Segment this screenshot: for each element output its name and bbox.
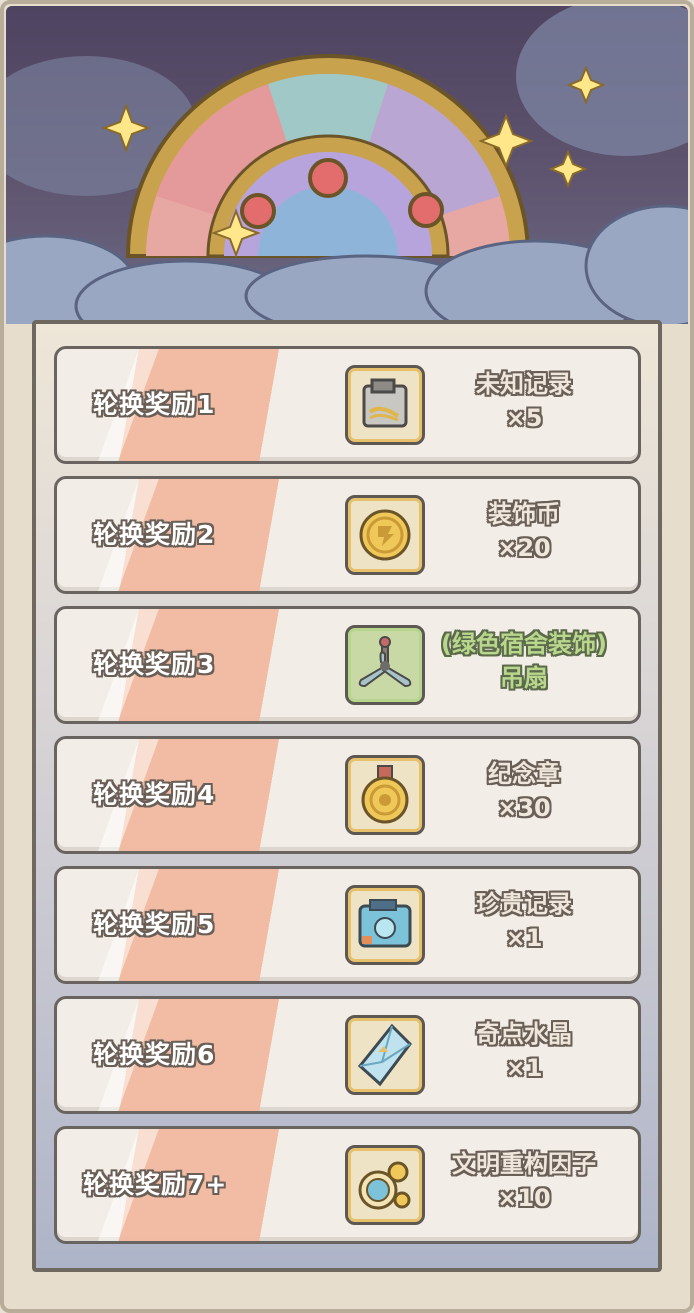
reward-item-slot[interactable] bbox=[345, 885, 425, 965]
reward-row-3: 轮换奖励3 (绿色宿舍装饰) 吊扇 bbox=[54, 606, 641, 724]
reward-text: 珍贵记录 ×1 bbox=[429, 887, 619, 955]
reward-text: 奇点水晶 ×1 bbox=[429, 1017, 619, 1085]
reward-row-2: 轮换奖励2 装饰币 ×20 bbox=[54, 476, 641, 594]
reward-row-1: 轮换奖励1 未知记录 ×5 bbox=[54, 346, 641, 464]
reward-text: 文明重构因子 ×10 bbox=[419, 1147, 629, 1215]
reward-row-6: 轮换奖励6 奇点水晶 ×1 bbox=[54, 996, 641, 1114]
reward-row-7: 轮换奖励7+ 文明重构因子 ×10 bbox=[54, 1126, 641, 1244]
singularity-crystal-icon bbox=[357, 1023, 412, 1087]
decoration-coin-icon bbox=[359, 509, 411, 561]
reward-row-5: 轮换奖励5 珍贵记录 ×1 bbox=[54, 866, 641, 984]
portal-illustration bbox=[6, 6, 688, 324]
reward-row-label: 轮换奖励7+ bbox=[83, 1170, 228, 1199]
reward-row-label: 轮换奖励3 bbox=[93, 650, 216, 679]
reward-quantity: ×5 bbox=[505, 404, 543, 432]
reward-item-name: 珍贵记录 bbox=[476, 890, 572, 918]
reward-text: 装饰币 ×20 bbox=[429, 497, 619, 565]
reward-quantity: ×1 bbox=[505, 1054, 543, 1082]
reward-text: 未知记录 ×5 bbox=[429, 367, 619, 435]
reward-item-slot[interactable] bbox=[345, 365, 425, 445]
reward-item-slot[interactable] bbox=[345, 1145, 425, 1225]
reward-item-name: 纪念章 bbox=[488, 760, 560, 788]
reward-text: 纪念章 ×30 bbox=[429, 757, 619, 825]
medal-icon bbox=[361, 765, 409, 824]
precious-record-icon bbox=[358, 899, 412, 948]
reward-row-4: 轮换奖励4 纪念章 ×30 bbox=[54, 736, 641, 854]
reward-item-slot[interactable] bbox=[345, 755, 425, 835]
reward-item-name: 奇点水晶 bbox=[476, 1020, 572, 1048]
reward-item-name: (绿色宿舍装饰) bbox=[441, 630, 607, 658]
reward-item-slot[interactable] bbox=[345, 625, 425, 705]
reward-row-label: 轮换奖励4 bbox=[93, 780, 216, 809]
civilization-factor-icon bbox=[358, 1161, 411, 1210]
reward-text: (绿色宿舍装饰) 吊扇 bbox=[429, 627, 619, 695]
unknown-record-icon bbox=[362, 378, 408, 428]
reward-quantity: ×10 bbox=[497, 1184, 551, 1212]
reward-item-slot[interactable] bbox=[345, 495, 425, 575]
reward-row-label: 轮换奖励1 bbox=[93, 390, 216, 419]
reward-quantity: 吊扇 bbox=[500, 664, 548, 692]
reward-item-slot[interactable] bbox=[345, 1015, 425, 1095]
reward-item-name: 文明重构因子 bbox=[452, 1150, 596, 1178]
reward-row-label: 轮换奖励6 bbox=[93, 1040, 216, 1069]
reward-row-label: 轮换奖励2 bbox=[93, 520, 216, 549]
reward-row-label: 轮换奖励5 bbox=[93, 910, 216, 939]
reward-quantity: ×30 bbox=[497, 794, 551, 822]
reward-item-name: 未知记录 bbox=[476, 370, 572, 398]
reward-quantity: ×1 bbox=[505, 924, 543, 952]
header-banner bbox=[6, 6, 688, 324]
reward-item-name: 装饰币 bbox=[488, 500, 560, 528]
ceiling-fan-icon bbox=[358, 636, 412, 688]
reward-quantity: ×20 bbox=[497, 534, 551, 562]
